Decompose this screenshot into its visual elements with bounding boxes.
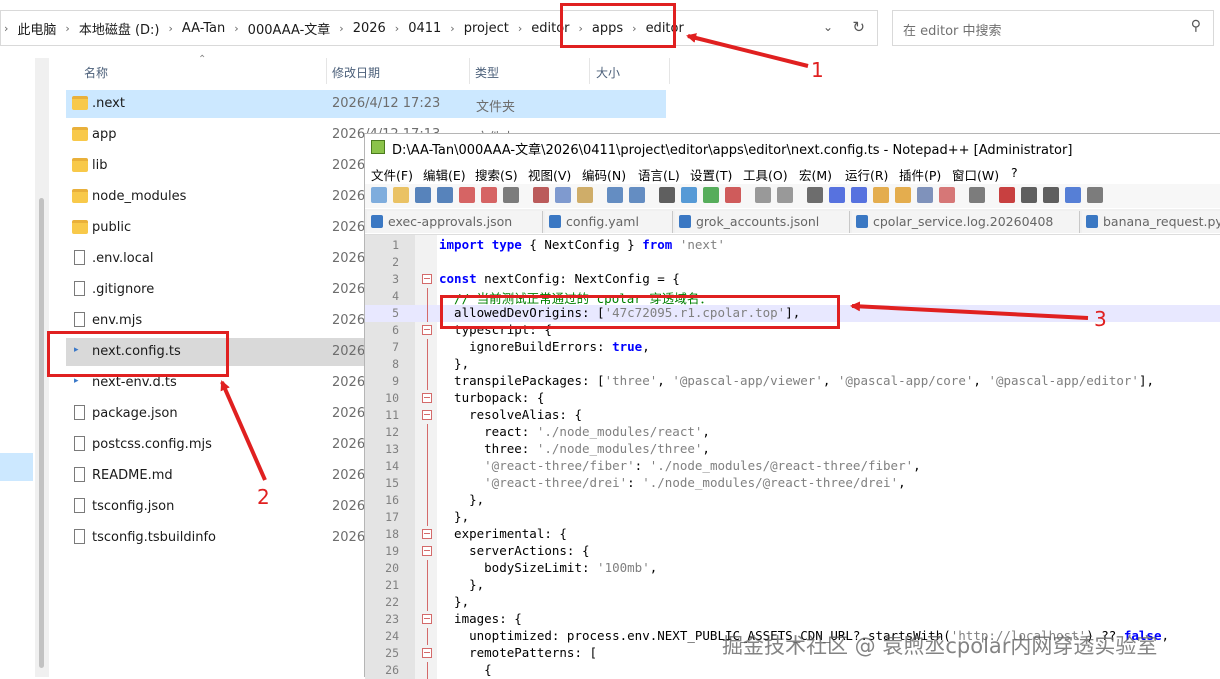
annotation-number-2: 2 <box>257 485 270 509</box>
watermark: 掘金技术社区 @ 袁煦丞cpolar内网穿透实验室 <box>722 634 1158 658</box>
annotation-arrow-2 <box>220 380 267 481</box>
annotation-number-3: 3 <box>1094 307 1107 331</box>
annotation-arrow-3 <box>850 301 1089 320</box>
annotation-arrow-1 <box>686 33 809 68</box>
annotation-number-1: 1 <box>811 58 824 82</box>
annotation-arrows <box>220 33 1089 481</box>
